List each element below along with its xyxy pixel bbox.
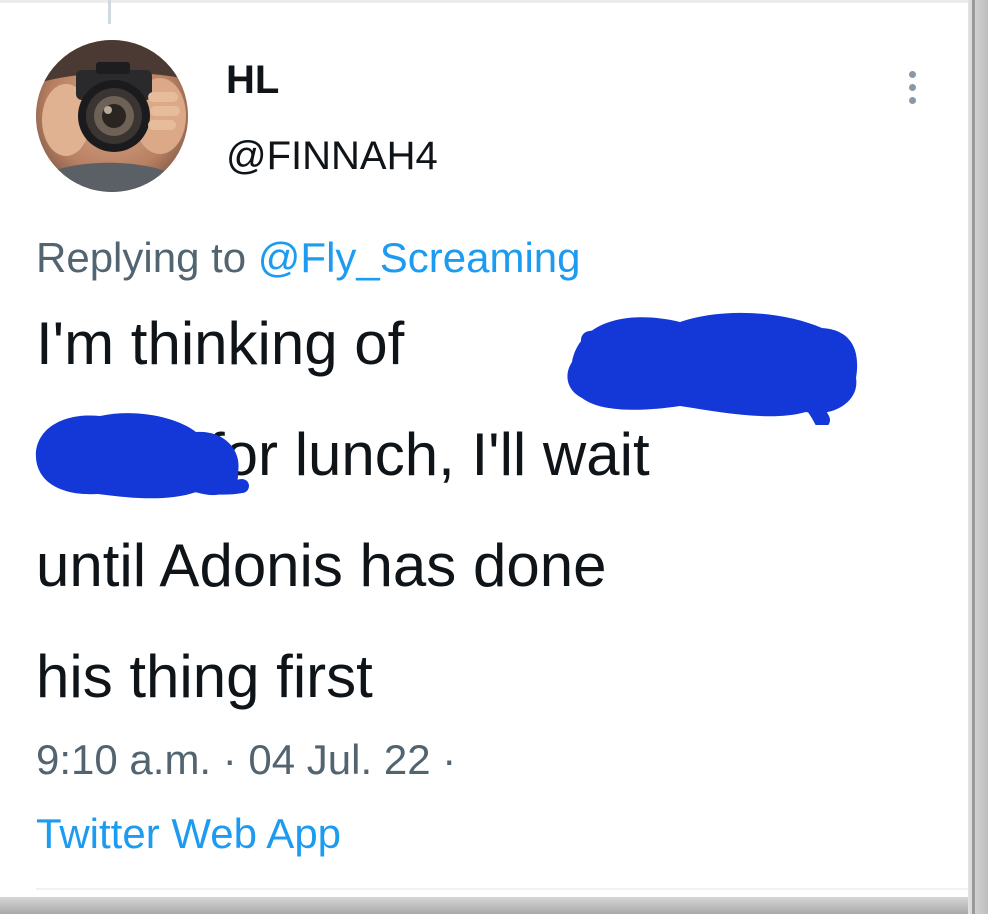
tweet-timestamp[interactable]: 9:10 a.m. · 04 Jul. 22 · bbox=[36, 730, 456, 790]
replying-to: Replying to @Fly_Screaming bbox=[36, 228, 581, 288]
more-dot-icon bbox=[908, 83, 916, 91]
more-dot-icon bbox=[908, 70, 916, 78]
tweet-text-line: for lunch, I'll wait bbox=[208, 421, 650, 488]
more-options-button[interactable] bbox=[894, 62, 930, 112]
author-handle[interactable]: @FINNAH4 bbox=[226, 128, 438, 184]
tweet-source-link[interactable]: Twitter Web App bbox=[36, 804, 341, 864]
tweet-text: I'm thinking of for lunch, I'll wait unt… bbox=[36, 288, 916, 732]
frame-right-border bbox=[972, 0, 975, 914]
frame-top-edge bbox=[0, 0, 968, 3]
frame-right-edge bbox=[968, 0, 988, 914]
more-dot-icon bbox=[908, 96, 916, 104]
tweet-text-line: his thing first bbox=[36, 643, 373, 710]
replying-to-label: Replying to bbox=[36, 234, 258, 281]
tweet-screenshot: HL @FINNAH4 Replying to @Fly_Screaming I… bbox=[0, 0, 988, 914]
camera-avatar-icon bbox=[36, 40, 188, 192]
tweet-text-line: I'm thinking of bbox=[36, 310, 405, 377]
frame-bottom-edge bbox=[0, 897, 968, 914]
replying-to-mention-link[interactable]: @Fly_Screaming bbox=[258, 234, 581, 281]
divider bbox=[36, 888, 968, 890]
tweet-text-line: until Adonis has done bbox=[36, 532, 607, 599]
author-display-name[interactable]: HL bbox=[226, 52, 279, 108]
avatar[interactable] bbox=[36, 40, 188, 192]
thread-connector-line bbox=[108, 0, 111, 24]
